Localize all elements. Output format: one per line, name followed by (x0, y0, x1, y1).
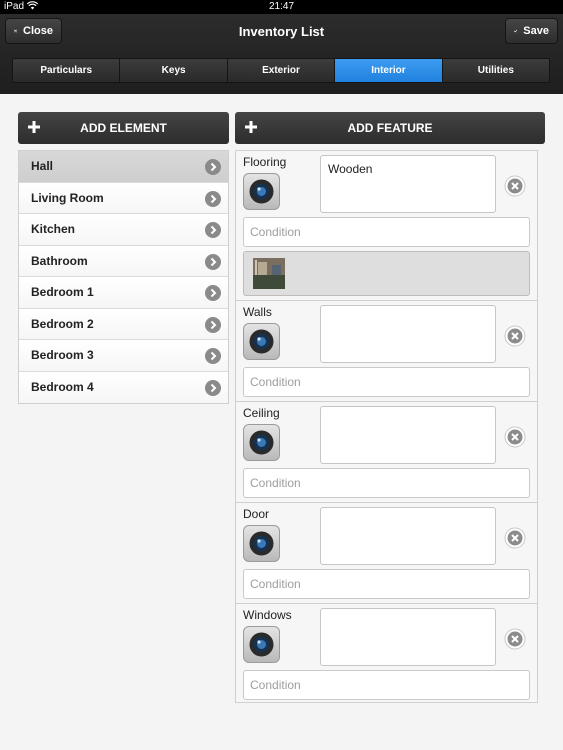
delete-feature-button[interactable] (504, 325, 526, 347)
delete-icon (504, 325, 526, 347)
condition-input[interactable] (243, 569, 530, 599)
list-item-living-room[interactable]: Living Room (19, 182, 228, 214)
feature-item-walls: Walls (236, 301, 537, 402)
tab-interior[interactable]: Interior (335, 59, 443, 82)
feature-note-field[interactable] (320, 305, 496, 363)
feature-note-field[interactable] (320, 608, 496, 666)
condition-input[interactable] (243, 468, 530, 498)
list-item-label: Bedroom 3 (31, 348, 94, 363)
delete-icon (504, 175, 526, 197)
list-item-bedroom-3[interactable]: Bedroom 3 (19, 340, 228, 372)
chevron-right-icon (205, 316, 221, 333)
list-item-label: Living Room (31, 190, 104, 205)
delete-icon (504, 628, 526, 650)
camera-icon (249, 179, 274, 204)
list-item-label: Hall (31, 159, 54, 174)
chevron-right-icon (205, 348, 221, 364)
list-item-bedroom-1[interactable]: Bedroom 1 (19, 277, 228, 309)
feature-item-ceiling: Ceiling (236, 402, 537, 503)
add-feature-label: ADD FEATURE (347, 121, 433, 135)
list-item-bathroom[interactable]: Bathroom (19, 245, 228, 277)
camera-button[interactable] (243, 626, 280, 663)
add-feature-button[interactable]: ADD FEATURE (235, 112, 545, 144)
list-item-label: Bedroom 2 (31, 316, 94, 331)
chevron-right-icon (205, 253, 221, 270)
camera-button[interactable] (243, 323, 280, 360)
camera-button[interactable] (243, 424, 280, 461)
feature-name: Windows (243, 608, 292, 622)
save-button[interactable]: Save (505, 18, 558, 44)
list-item-label: Bedroom 1 (31, 285, 94, 300)
feature-note-field[interactable] (320, 507, 496, 565)
list-item-kitchen[interactable]: Kitchen (19, 214, 228, 246)
camera-icon (249, 329, 274, 354)
feature-item-windows: Windows (236, 604, 537, 702)
feature-name: Door (243, 507, 270, 521)
feature-item-flooring: Flooring Wooden (236, 151, 537, 301)
feature-name: Walls (243, 305, 272, 319)
condition-input[interactable] (243, 367, 530, 397)
chevron-right-icon (205, 222, 221, 238)
delete-icon (504, 527, 526, 549)
camera-icon (249, 531, 274, 556)
condition-input[interactable] (243, 670, 530, 700)
checkmark-icon (514, 29, 518, 33)
list-item-label: Bedroom 4 (31, 380, 94, 395)
camera-button[interactable] (243, 173, 280, 210)
delete-feature-button[interactable] (504, 426, 526, 448)
feature-item-door: Door (236, 503, 537, 604)
list-item-label: Bathroom (31, 253, 88, 268)
segmented-tabs: Particulars Keys Exterior Interior Utili… (12, 58, 550, 83)
list-item-bedroom-4[interactable]: Bedroom 4 (19, 371, 228, 403)
chevron-right-icon (205, 285, 221, 301)
condition-input[interactable] (243, 217, 530, 247)
feature-note-field[interactable] (320, 406, 496, 464)
delete-feature-button[interactable] (504, 628, 526, 650)
plus-icon (28, 121, 40, 133)
feature-name: Flooring (243, 155, 287, 169)
clock: 21:47 (268, 1, 295, 12)
save-button-label: Save (523, 25, 549, 37)
top-toolbar: Close Inventory List Save Particulars Ke… (0, 14, 563, 94)
photo-thumbnail[interactable] (253, 258, 285, 289)
tab-utilities[interactable]: Utilities (442, 59, 549, 82)
list-item-bedroom-2[interactable]: Bedroom 2 (19, 308, 228, 340)
list-item-hall[interactable]: Hall (19, 151, 228, 183)
plus-icon (245, 121, 257, 133)
status-bar: iPad 21:47 (0, 0, 563, 14)
add-element-button[interactable]: ADD ELEMENT (18, 112, 229, 144)
feature-note-field[interactable]: Wooden (320, 155, 496, 213)
photo-strip (243, 251, 530, 296)
feature-name: Ceiling (243, 406, 280, 420)
tab-particulars[interactable]: Particulars (13, 59, 121, 82)
delete-feature-button[interactable] (504, 527, 526, 549)
add-element-label: ADD ELEMENT (80, 121, 167, 135)
tab-keys[interactable]: Keys (120, 59, 228, 82)
element-list: Hall Living Room Kitchen Bathroom Bedroo… (18, 150, 229, 404)
tab-exterior[interactable]: Exterior (227, 59, 336, 82)
list-item-label: Kitchen (31, 222, 76, 237)
delete-icon (504, 426, 526, 448)
chevron-right-icon (205, 159, 221, 175)
chevron-right-icon (205, 379, 221, 396)
camera-button[interactable] (243, 525, 280, 562)
feature-list: Flooring Wooden Walls (235, 150, 538, 703)
camera-icon (249, 632, 274, 657)
chevron-right-icon (205, 190, 221, 207)
camera-icon (249, 430, 274, 455)
page-title: Inventory List (238, 24, 325, 39)
delete-feature-button[interactable] (504, 175, 526, 197)
